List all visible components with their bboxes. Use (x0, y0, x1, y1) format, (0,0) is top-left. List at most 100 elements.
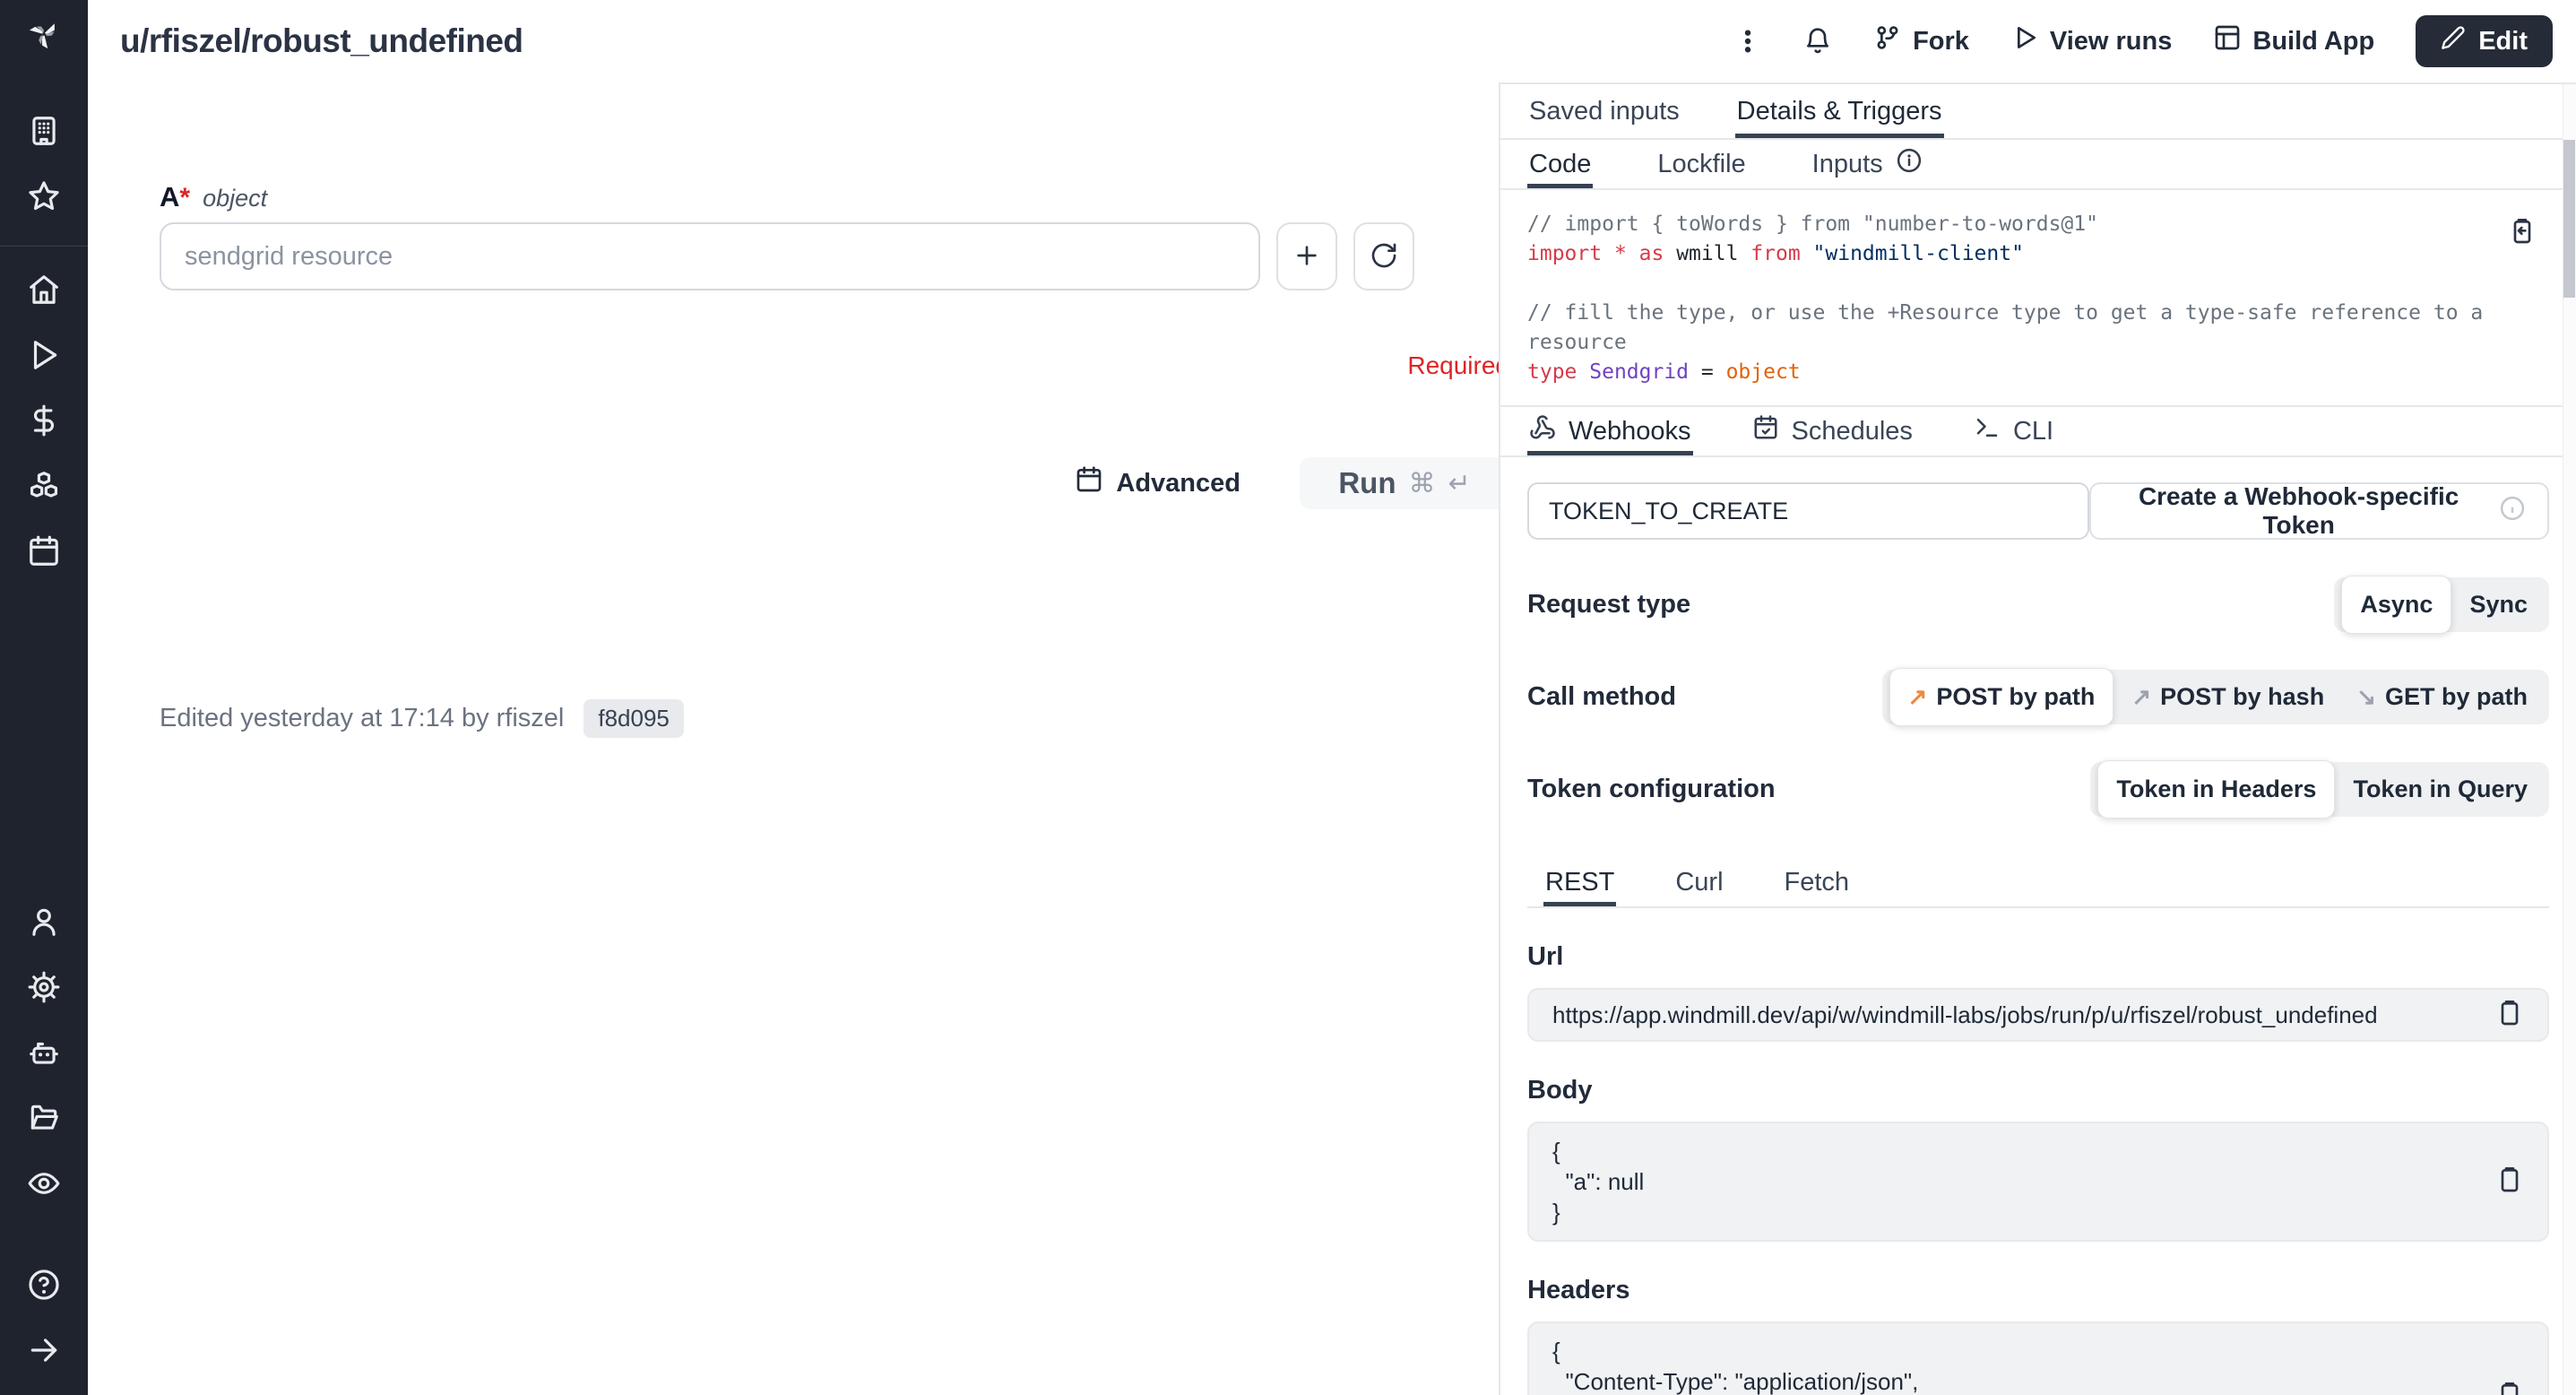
arrow-down-right-icon: ↘ (2356, 683, 2376, 711)
token-in-query[interactable]: Token in Query (2337, 767, 2544, 812)
home-icon[interactable] (24, 270, 64, 309)
tab-webhooks[interactable]: Webhooks (1527, 407, 1693, 455)
panel-tabbar: Saved inputs Details & Triggers (1500, 84, 2576, 140)
headers-label: Headers (1527, 1276, 2549, 1305)
arrow-up-right-icon: ↗ (2131, 683, 2151, 711)
star-icon[interactable] (24, 177, 64, 216)
headers-json: { "Content-Type": "application/json", "A… (1552, 1336, 2054, 1395)
top-header: u/rfiszel/robust_undefined Fork View run… (88, 0, 2576, 82)
arrow-right-icon[interactable] (24, 1330, 64, 1370)
url-label: Url (1527, 942, 2549, 972)
user-icon[interactable] (24, 902, 64, 941)
edited-text: Edited yesterday at 17:14 by rfiszel (160, 704, 564, 733)
tab-rest[interactable]: REST (1543, 858, 1616, 906)
tab-schedules[interactable]: Schedules (1750, 407, 1915, 455)
request-type-toggle: Async Sync (2334, 577, 2549, 632)
resource-input[interactable] (160, 222, 1260, 290)
clipboard-icon (2495, 1183, 2524, 1198)
call-method-get-by-path[interactable]: ↘ GET by path (2340, 674, 2544, 720)
clipboard-copy-icon (2508, 234, 2537, 249)
play-icon[interactable] (24, 335, 64, 375)
copy-body-button[interactable] (2495, 1165, 2524, 1199)
token-input[interactable] (1527, 482, 2089, 540)
code-comment-1: // import { toWords } from "number-to-wo… (1527, 212, 2098, 236)
build-app-button[interactable]: Build App (2213, 23, 2374, 59)
copy-headers-button[interactable] (2495, 1381, 2524, 1395)
tab-lockfile[interactable]: Lockfile (1655, 140, 1747, 188)
building-icon[interactable] (24, 111, 64, 151)
call-method-label: Call method (1527, 682, 1676, 712)
headers-box: { "Content-Type": "application/json", "A… (1527, 1321, 2549, 1395)
refresh-button[interactable] (1353, 222, 1414, 290)
url-box: https://app.windmill.dev/api/w/windmill-… (1527, 988, 2549, 1042)
folder-icon[interactable] (24, 1098, 64, 1138)
tab-inputs[interactable]: Inputs (1811, 140, 1924, 188)
kebab-menu-button[interactable] (1733, 27, 1762, 56)
play-outline-icon (2010, 23, 2039, 59)
required-note: Required (160, 351, 1509, 380)
boxes-icon[interactable] (24, 466, 64, 506)
call-method-toggle: ↗ POST by path ↗ POST by hash ↘ GET by p… (1882, 670, 2549, 724)
call-method-row: Call method ↗ POST by path ↗ POST by has… (1527, 670, 2549, 724)
webhook-icon (1529, 414, 1556, 448)
edit-button[interactable]: Edit (2416, 15, 2553, 67)
windmill-app: u/rfiszel/robust_undefined Fork View run… (0, 0, 2576, 1395)
tab-saved-inputs[interactable]: Saved inputs (1527, 84, 1681, 138)
run-row: Advanced Run ⌘ ↵ (160, 457, 1509, 509)
sidebar-divider (0, 246, 88, 247)
tab-details-triggers[interactable]: Details & Triggers (1735, 84, 1944, 138)
advanced-button[interactable]: Advanced (1075, 465, 1240, 501)
clipboard-icon (2495, 1016, 2524, 1031)
argument-input-row (160, 222, 1414, 290)
token-config-toggle: Token in Headers Token in Query (2090, 762, 2549, 817)
body-label: Body (1527, 1076, 2549, 1105)
enter-key-icon: ↵ (1448, 468, 1471, 499)
bell-icon[interactable] (1803, 27, 1832, 56)
panels-icon (2213, 23, 2242, 59)
call-method-post-by-hash[interactable]: ↗ POST by hash (2115, 674, 2340, 720)
request-type-label: Request type (1527, 590, 1690, 620)
url-value: https://app.windmill.dev/api/w/windmill-… (1552, 1000, 2378, 1030)
add-resource-button[interactable] (1276, 222, 1337, 290)
eye-icon[interactable] (24, 1164, 64, 1203)
call-method-post-by-path[interactable]: ↗ POST by path (1889, 668, 2114, 726)
scrollbar-thumb[interactable] (2563, 140, 2575, 298)
page-title: u/rfiszel/robust_undefined (120, 22, 523, 60)
tab-fetch[interactable]: Fetch (1783, 858, 1852, 906)
token-config-label: Token configuration (1527, 775, 1776, 804)
calendar-icon[interactable] (24, 532, 64, 571)
edited-row: Edited yesterday at 17:14 by rfiszel f8d… (160, 699, 684, 738)
code-content: // import { toWords } from "number-to-wo… (1527, 210, 2540, 387)
fork-icon (1873, 23, 1902, 59)
fork-button[interactable]: Fork (1873, 23, 1969, 59)
help-icon[interactable] (24, 1265, 64, 1304)
arrow-up-right-icon: ↗ (1908, 683, 1928, 711)
run-button[interactable]: Run ⌘ ↵ (1300, 457, 1509, 509)
copy-url-button[interactable] (2495, 999, 2524, 1032)
cmd-key-icon: ⌘ (1409, 468, 1436, 499)
argument-label: A*object (160, 181, 267, 213)
version-badge[interactable]: f8d095 (583, 699, 684, 738)
details-panel: Saved inputs Details & Triggers Code Loc… (1499, 82, 2576, 1395)
argument-type: object (203, 185, 267, 212)
terminal-icon (1974, 414, 2001, 448)
request-type-sync[interactable]: Sync (2453, 582, 2544, 628)
robot-icon[interactable] (24, 1033, 64, 1072)
tab-code[interactable]: Code (1527, 140, 1593, 188)
copy-code-button[interactable] (2508, 217, 2537, 250)
panel-scrollbar[interactable] (2563, 84, 2576, 1395)
info-icon (1896, 147, 1923, 181)
body-json: { "a": null } (1552, 1136, 1644, 1227)
gear-icon[interactable] (24, 967, 64, 1007)
webhooks-content: Create a Webhook-specific Token Request … (1500, 457, 2576, 1395)
tab-cli[interactable]: CLI (1972, 407, 2055, 455)
create-webhook-token-button[interactable]: Create a Webhook-specific Token (2089, 482, 2549, 540)
token-in-headers[interactable]: Token in Headers (2097, 760, 2335, 819)
snippet-tabbar: REST Curl Fetch (1527, 858, 2549, 908)
windmill-logo[interactable] (24, 14, 64, 54)
tab-curl[interactable]: Curl (1673, 858, 1725, 906)
dollar-icon[interactable] (24, 401, 64, 440)
view-runs-button[interactable]: View runs (2010, 23, 2172, 59)
request-type-async[interactable]: Async (2341, 576, 2451, 634)
pencil-icon (2441, 25, 2466, 57)
